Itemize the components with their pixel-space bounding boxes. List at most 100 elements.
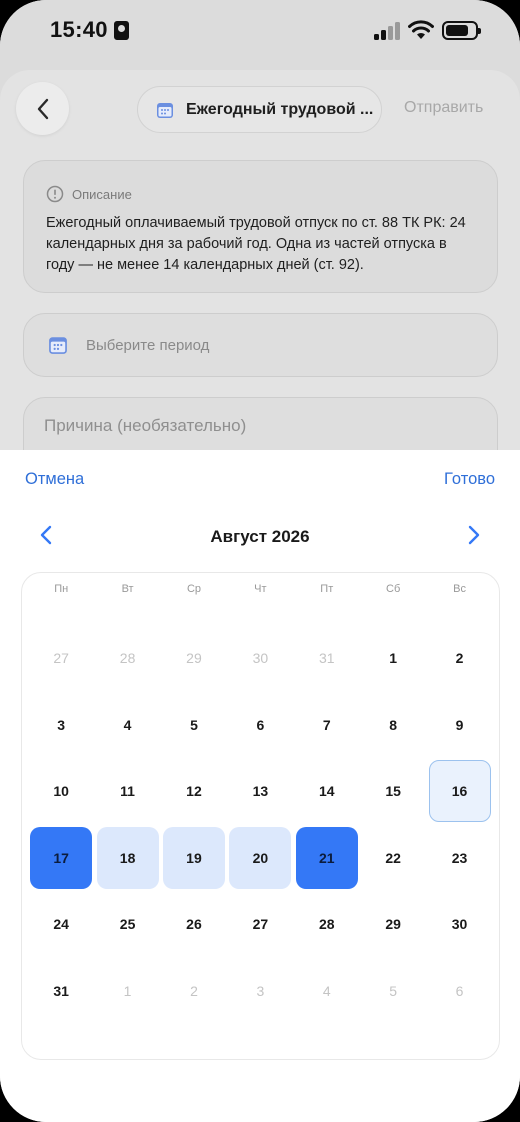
- calendar-day-number: 4: [322, 982, 331, 999]
- calendar-day[interactable]: 5: [360, 958, 426, 1025]
- calendar-day-number: 31: [318, 650, 335, 667]
- calendar-day[interactable]: 6: [227, 692, 293, 759]
- description-card: Описание Ежегодный оплачиваемый трудовой…: [23, 160, 498, 293]
- calendar-day[interactable]: 18: [94, 825, 160, 892]
- calendar-week-row: 17 18 19 20 21 22 23: [28, 825, 493, 892]
- calendar-day[interactable]: 16: [426, 758, 492, 825]
- calendar-day[interactable]: 15: [360, 758, 426, 825]
- calendar-day[interactable]: 14: [294, 758, 360, 825]
- calendar-day-number: 6: [256, 716, 265, 733]
- calendar-day[interactable]: 31: [28, 958, 94, 1025]
- calendar-day[interactable]: 24: [28, 891, 94, 958]
- calendar-day-number: 10: [53, 783, 69, 800]
- calendar-day[interactable]: 4: [94, 692, 160, 759]
- calendar-day[interactable]: 11: [94, 758, 160, 825]
- calendar-day-number: 16: [428, 760, 491, 823]
- calendar-day-number: 29: [186, 650, 202, 667]
- battery-icon: [442, 21, 481, 40]
- chevron-left-icon: [37, 98, 48, 119]
- calendar-day-number: 29: [385, 916, 401, 933]
- calendar-day[interactable]: 27: [227, 891, 293, 958]
- weekday-label: Пт: [320, 583, 334, 595]
- calendar-day[interactable]: 23: [426, 825, 492, 892]
- calendar-day[interactable]: 27: [28, 625, 94, 692]
- calendar-day-number: 27: [53, 650, 69, 667]
- status-time: 15:40: [50, 17, 108, 42]
- calendar-day-number: 19: [162, 826, 225, 889]
- phone-screen: 15:40 Ежегодный трудовой ... Отправить О…: [0, 0, 520, 1122]
- calendar-day[interactable]: 2: [426, 625, 492, 692]
- calendar-day-number: 27: [252, 916, 269, 933]
- calendar-day[interactable]: 28: [294, 891, 360, 958]
- weekday-header: Пн Вт Ср Чт Пт Сб Вс: [28, 583, 493, 603]
- info-icon: [46, 185, 64, 203]
- calendar-day[interactable]: 29: [360, 891, 426, 958]
- back-button[interactable]: [16, 82, 69, 135]
- calendar-day[interactable]: 1: [94, 958, 160, 1025]
- calendar-day-number: 5: [190, 716, 198, 733]
- signal-icon: [374, 22, 402, 40]
- calendar-day-number: 12: [186, 783, 202, 800]
- done-button[interactable]: Готово: [444, 470, 495, 489]
- calendar-day[interactable]: 30: [426, 891, 492, 958]
- calendar-day-number: 4: [123, 716, 132, 733]
- description-label: Описание: [72, 186, 132, 202]
- calendar-day[interactable]: 20: [227, 825, 293, 892]
- description-text: Ежегодный оплачиваемый трудовой отпуск п…: [46, 215, 466, 273]
- calendar-day[interactable]: 3: [28, 692, 94, 759]
- calendar-day-number: 23: [451, 849, 468, 866]
- calendar-day[interactable]: 3: [227, 958, 293, 1025]
- calendar-day[interactable]: 4: [294, 958, 360, 1025]
- calendar-day[interactable]: 10: [28, 758, 94, 825]
- calendar-day-number: 31: [53, 982, 69, 999]
- calendar-day[interactable]: 2: [161, 958, 227, 1025]
- calendar-day-number: 7: [322, 716, 331, 733]
- next-month-button[interactable]: [462, 524, 484, 546]
- calendar-day[interactable]: 12: [161, 758, 227, 825]
- calendar-day[interactable]: 7: [294, 692, 360, 759]
- calendar-day-number: 28: [318, 916, 335, 933]
- calendar-day[interactable]: 8: [360, 692, 426, 759]
- weekday-label: Сб: [386, 583, 401, 595]
- calendar-day[interactable]: 25: [94, 891, 160, 958]
- wifi-icon: [408, 20, 434, 39]
- calendar-week-row: 27 28 29 30 31 1 2: [28, 625, 493, 692]
- period-placeholder: Выберите период: [86, 336, 210, 354]
- calendar-day-number: 30: [252, 650, 269, 667]
- calendar-day[interactable]: 31: [294, 625, 360, 692]
- calendar-day-number: 21: [295, 826, 358, 889]
- calendar-day-number: 5: [389, 982, 398, 999]
- calendar-week-row: 31 1 2 3 4 5 6: [28, 958, 493, 1025]
- calendar-day[interactable]: 29: [161, 625, 227, 692]
- calendar-day[interactable]: 5: [161, 692, 227, 759]
- calendar-day[interactable]: 26: [161, 891, 227, 958]
- calendar-day[interactable]: 6: [426, 958, 492, 1025]
- calendar-day[interactable]: 28: [94, 625, 160, 692]
- contact-icon: [114, 21, 129, 40]
- status-bar: 15:40: [0, 0, 520, 62]
- leave-type-selector[interactable]: Ежегодный трудовой ...: [137, 86, 382, 133]
- calendar-grid: Пн Вт Ср Чт Пт Сб Вс 27 28 29 30 31 1 2 3 4 5 6 7 8 9…: [21, 572, 500, 1060]
- calendar-day[interactable]: 30: [227, 625, 293, 692]
- calendar-day-number: 24: [53, 916, 69, 933]
- calendar-day-number: 8: [389, 716, 398, 733]
- period-field[interactable]: Выберите период: [23, 313, 498, 377]
- weekday-label: Пн: [54, 583, 69, 595]
- calendar-day[interactable]: 1: [360, 625, 426, 692]
- month-title: Август 2026: [210, 527, 310, 546]
- leave-type-title: Ежегодный трудовой ...: [186, 100, 374, 118]
- calendar-day-number: 9: [455, 716, 464, 733]
- calendar-day-number: 13: [252, 783, 269, 800]
- calendar-day[interactable]: 17: [28, 825, 94, 892]
- calendar-day[interactable]: 21: [294, 825, 360, 892]
- calendar-week-row: 3 4 5 6 7 8 9: [28, 692, 493, 759]
- calendar-day[interactable]: 22: [360, 825, 426, 892]
- calendar-day[interactable]: 19: [161, 825, 227, 892]
- calendar-day-number: 6: [455, 982, 464, 999]
- calendar-day-number: 2: [455, 650, 464, 667]
- cancel-button[interactable]: Отмена: [25, 470, 84, 489]
- send-button[interactable]: Отправить: [404, 99, 483, 117]
- calendar-week-row: 10 11 12 13 14 15 16: [28, 758, 493, 825]
- calendar-day[interactable]: 9: [426, 692, 492, 759]
- calendar-day[interactable]: 13: [227, 758, 293, 825]
